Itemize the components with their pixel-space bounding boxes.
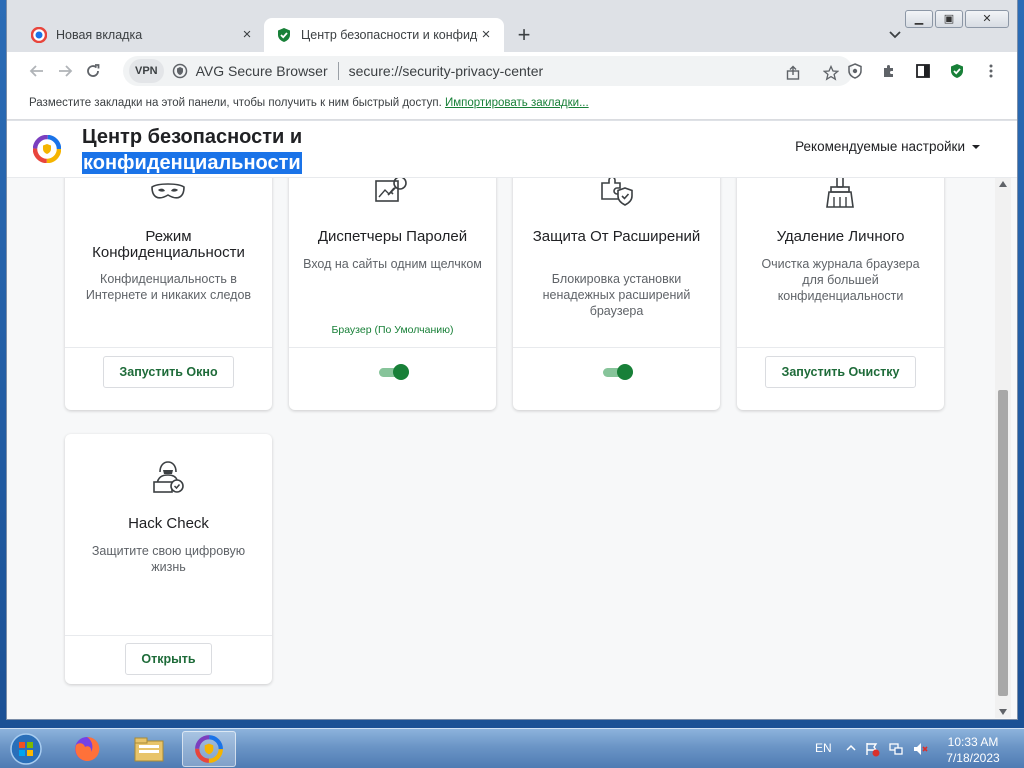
menu-kebab-icon[interactable] (977, 57, 1005, 85)
mask-icon (148, 173, 188, 213)
address-separator (337, 62, 339, 80)
minimize-button[interactable]: ▁ (905, 10, 933, 28)
privacy-shield-extension-icon[interactable] (841, 57, 869, 85)
tab-close-icon[interactable]: × (239, 27, 255, 43)
toggle-knob (393, 364, 409, 380)
card-divider (289, 347, 496, 348)
recommended-settings-dropdown[interactable]: Рекомендуемые настройки (795, 139, 981, 154)
card-description: Вход на сайты одним щелчком (303, 257, 482, 271)
tab-search-chevron-icon[interactable] (887, 26, 903, 42)
scroll-thumb[interactable] (998, 390, 1008, 696)
page-scrollbar[interactable] (995, 178, 1011, 718)
card-description: Защитите свою цифровую жизнь (91, 544, 246, 574)
browser-toolbar: VPN AVG Secure Browser secure://security… (7, 52, 1017, 90)
default-browser-status: Браузер (По Умолчанию) (331, 324, 454, 336)
card-privacy-mode: Режим Конфиденциальности Конфиденциально… (65, 165, 272, 410)
card-divider (737, 347, 944, 348)
extension-guard-toggle[interactable] (603, 364, 633, 380)
launch-window-button[interactable]: Запустить Окно (103, 356, 234, 388)
bookmarks-bar: Разместите закладки на этой панели, чтоб… (7, 90, 1017, 120)
vpn-button[interactable]: VPN (129, 59, 164, 83)
card-description: Очистка журнала браузера для большей кон… (761, 257, 920, 303)
address-bar-actions (779, 59, 845, 87)
action-center-flag-icon[interactable] (864, 741, 880, 762)
dropdown-caret-icon (971, 139, 981, 154)
volume-muted-icon[interactable] (912, 741, 928, 762)
bookmarks-hint: Разместите закладки на этой панели, чтоб… (29, 97, 442, 109)
browser-brand-label: AVG Secure Browser (195, 63, 328, 79)
language-indicator[interactable]: EN (815, 741, 832, 755)
share-icon[interactable] (779, 59, 807, 87)
side-panel-icon[interactable] (909, 57, 937, 85)
show-hidden-icons-arrow-icon[interactable] (846, 741, 856, 762)
taskbar: EN 10:33 AM 7/18/2023 (0, 728, 1024, 768)
page-header: Центр безопасности и конфиденциальности … (7, 121, 1017, 178)
card-description: Конфиденциальность в Интернете и никаких… (85, 272, 252, 302)
url-text[interactable]: secure://security-privacy-center (349, 63, 544, 79)
card-title: Режим Конфиденциальности (92, 228, 245, 261)
avg-favicon-icon (31, 27, 47, 43)
card-divider (65, 635, 272, 636)
page-title-line1: Центр безопасности и (82, 126, 303, 148)
extension-icons (841, 57, 1005, 85)
file-explorer-taskbar-icon[interactable] (122, 731, 176, 767)
reload-icon[interactable] (79, 57, 107, 85)
avg-browser-taskbar-icon[interactable] (182, 731, 236, 767)
start-button[interactable] (6, 732, 46, 766)
address-bar[interactable]: VPN AVG Secure Browser secure://security… (123, 56, 853, 86)
card-title: Удаление Личного (776, 228, 905, 245)
card-title: Hack Check (128, 515, 209, 532)
new-tab-button[interactable]: + (512, 24, 536, 48)
extensions-puzzle-icon[interactable] (875, 57, 903, 85)
tab-close-icon[interactable]: × (478, 27, 494, 43)
card-password-managers: Диспетчеры Паролей Вход на сайты одним щ… (289, 165, 496, 410)
forward-arrow-icon[interactable] (51, 57, 79, 85)
launch-cleanup-button[interactable]: Запустить Очистку (765, 356, 916, 388)
toggle-knob (617, 364, 633, 380)
window-controls: ▁ ▣ ✕ (905, 10, 1009, 28)
back-arrow-icon[interactable] (23, 57, 51, 85)
page-content: Центр безопасности и конфиденциальности … (7, 121, 1017, 719)
tab-security-center[interactable]: Центр безопасности и конфиде × (264, 18, 504, 52)
card-description: Блокировка установки ненадежных расширен… (542, 272, 691, 318)
network-icon[interactable] (888, 741, 904, 762)
card-divider (65, 347, 272, 348)
tab-new-tab[interactable]: Новая вкладка × (19, 18, 265, 52)
clock-time: 10:33 AM (947, 735, 999, 749)
page-title: Центр безопасности и конфиденциальности (82, 124, 302, 176)
tab-strip: Новая вкладка × Центр безопасности и кон… (7, 0, 1017, 52)
card-divider (513, 347, 720, 348)
card-title: Диспетчеры Паролей (317, 228, 468, 245)
recommended-settings-label: Рекомендуемые настройки (795, 139, 965, 154)
shield-check-favicon-icon (276, 27, 292, 43)
card-privacy-cleaner: Удаление Личного Очистка журнала браузер… (737, 165, 944, 410)
card-extension-guard: Защита От Расширений Блокировка установк… (513, 165, 720, 410)
tab-title: Центр безопасности и конфиде (301, 28, 478, 42)
firefox-taskbar-icon[interactable] (60, 731, 114, 767)
system-tray (846, 741, 928, 762)
scroll-down-arrow-icon[interactable] (999, 709, 1007, 715)
tab-title: Новая вкладка (56, 28, 143, 42)
browser-window: Новая вкладка × Центр безопасности и кон… (6, 0, 1018, 720)
import-bookmarks-link[interactable]: Импортировать закладки... (445, 97, 589, 109)
password-manager-toggle[interactable] (379, 364, 409, 380)
security-check-shield-icon[interactable] (943, 57, 971, 85)
taskbar-clock[interactable]: 10:33 AM 7/18/2023 (938, 734, 1008, 766)
scroll-up-arrow-icon[interactable] (999, 181, 1007, 187)
open-hack-check-button[interactable]: Открыть (125, 643, 212, 675)
card-hack-check: Hack Check Защитите свою цифровую жизнь … (65, 434, 272, 684)
maximize-button[interactable]: ▣ (935, 10, 963, 28)
avg-logo-icon (32, 134, 62, 164)
clock-date: 7/18/2023 (946, 751, 1000, 765)
window-close-button[interactable]: ✕ (965, 10, 1009, 28)
avg-shield-icon (172, 63, 188, 79)
card-title: Защита От Расширений (532, 228, 701, 245)
page-title-line2-selected: конфиденциальности (82, 152, 302, 174)
hacker-check-icon (148, 456, 188, 496)
